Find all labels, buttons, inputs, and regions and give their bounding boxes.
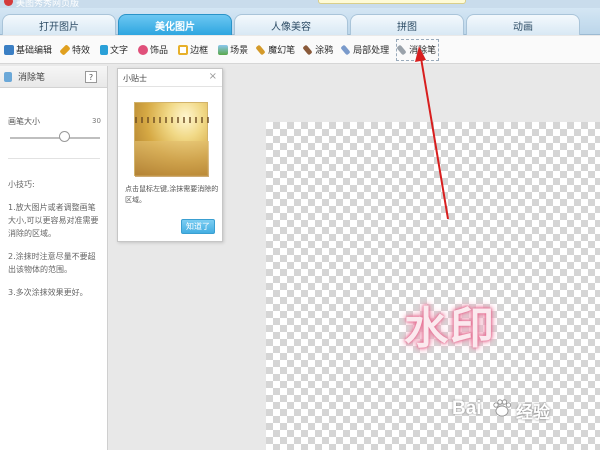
help-button[interactable]: ? [85,71,97,83]
tool-scene[interactable]: 场景 [216,40,250,60]
main-tab-bar: 打开图片 美化图片 人像美容 拼图 动画 [0,8,600,35]
got-it-button[interactable]: 知道了 [181,219,215,234]
text-icon [100,44,109,55]
tool-label: 场景 [230,46,249,56]
tool-label: 边框 [190,46,209,56]
panel-header: 消除笔 ? [0,66,107,88]
brush-icon [302,44,313,55]
brush-size-label: 画笔大小 [8,117,40,126]
tool-label: 消除笔 [409,46,437,56]
tool-label: 局部处理 [353,46,390,56]
tool-local-edit[interactable]: 局部处理 [340,40,391,60]
eraser-pen-icon [4,71,12,82]
photo-fence [135,117,209,123]
tab-label: 人像美容 [271,21,311,33]
tab-label: 动画 [513,21,533,33]
panel-divider [8,158,100,159]
tip-popup-text: 点击鼠标左键,涂抹需要消除的区域。 [125,185,219,204]
paw-icon [493,399,512,417]
image-icon [4,44,14,55]
tool-bar: 基础编辑 特效 文字 饰品 边框 场景 魔幻笔 涂鸦 局部处理 消除笔 [0,36,600,64]
tab-open-image[interactable]: 打开图片 [2,14,116,35]
tip-popup-divider [118,86,222,87]
tip-item: 3.多次涂抹效果更好。 [8,288,88,297]
brush-size-value: 30 [92,117,101,125]
magic-wand-icon [59,43,71,56]
tool-eraser-pen[interactable]: 消除笔 [396,38,440,61]
tool-label: 文字 [110,46,129,56]
tool-doodle[interactable]: 涂鸦 [302,40,335,60]
panel-title: 消除笔 [18,73,46,83]
tool-text[interactable]: 文字 [98,40,130,60]
tips-section: 小技巧: 1.放大图片或者调整画笔大小,可以更容易对准需要消除的区域。 2.涂抹… [8,178,102,309]
scene-icon [218,44,229,55]
tool-label: 特效 [72,46,91,56]
tip-popup-title: 小贴士 [123,74,147,83]
tab-label: 打开图片 [39,21,79,33]
tab-label: 拼图 [397,21,417,33]
tip-item: 2.涂抹时注意尽量不要超出该物体的范围。 [8,252,96,274]
eraser-pen-icon [396,44,407,55]
tool-accessories[interactable]: 饰品 [136,40,170,60]
pen-icon [255,44,266,55]
tips-title: 小技巧: [8,180,35,189]
tool-basic-edit[interactable]: 基础编辑 [2,40,54,60]
watermark-text[interactable]: 水印 [404,292,496,356]
tool-label: 饰品 [150,46,169,56]
tab-label: 美化图片 [155,21,195,33]
bow-icon [138,44,149,55]
tool-label: 基础编辑 [16,46,53,56]
tab-animation[interactable]: 动画 [466,14,580,35]
tab-beautify-image[interactable]: 美化图片 [118,14,232,35]
window-title: 美图秀秀网页版 [16,0,80,8]
tool-magic-pen[interactable]: 魔幻笔 [255,40,297,60]
tip-item: 1.放大图片或者调整画笔大小,可以更容易对准需要消除的区域。 [8,203,99,238]
brush-size-slider[interactable] [10,137,100,139]
tool-effects[interactable]: 特效 [59,40,92,60]
tool-label: 涂鸦 [315,46,334,56]
tab-collage[interactable]: 拼图 [350,14,464,35]
baidu-jingyan-logo: Bai 经验 [452,396,570,423]
close-icon[interactable]: × [209,71,217,82]
logo-text-bai: Bai [452,398,482,419]
app-logo-icon [4,0,13,6]
photo-sand [135,141,209,177]
local-edit-icon [340,44,351,55]
tip-example-photo [134,102,209,177]
tool-label: 魔幻笔 [268,46,296,56]
title-bar: 美图秀秀网页版 [0,0,600,8]
logo-text-jingyan: 经验 [516,403,550,423]
brush-size-slider-thumb[interactable] [58,131,70,142]
top-notice-box [318,0,466,4]
tab-portrait[interactable]: 人像美容 [234,14,348,35]
tip-popup: 小贴士 × 点击鼠标左键,涂抹需要消除的区域。 知道了 [117,68,223,242]
frame-icon [178,44,189,55]
tool-frame[interactable]: 边框 [176,40,210,60]
